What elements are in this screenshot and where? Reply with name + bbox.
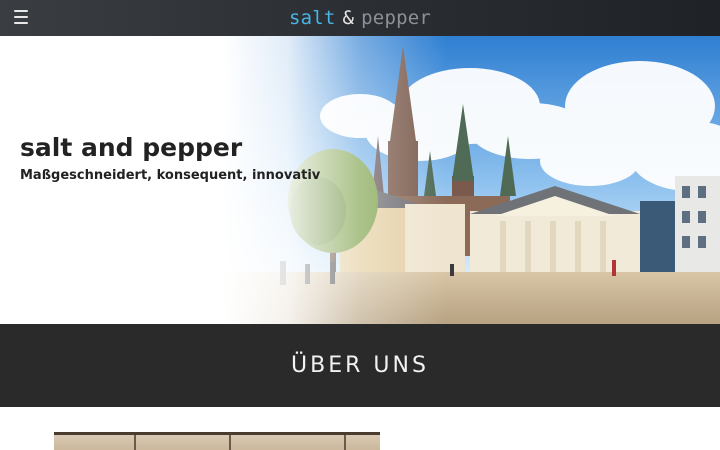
hero-banner: salt and pepper Maßgeschneidert, konsequ… <box>0 36 720 324</box>
office-photo <box>54 432 380 450</box>
photo-detail <box>229 435 231 450</box>
section-title: ÜBER UNS <box>291 353 429 378</box>
menu-line <box>14 22 28 24</box>
hero-subtitle: Maßgeschneidert, konsequent, innovativ <box>20 168 321 183</box>
top-navigation-bar: salt & pepper <box>0 0 720 36</box>
menu-line <box>14 16 28 18</box>
photo-detail <box>134 435 136 450</box>
logo-ampersand: & <box>342 7 355 29</box>
logo-pepper-text: pepper <box>361 7 432 29</box>
about-content <box>0 407 720 450</box>
photo-detail <box>344 435 346 450</box>
site-logo[interactable]: salt & pepper <box>289 7 431 29</box>
hamburger-menu-icon[interactable] <box>14 10 28 24</box>
hero-title: salt and pepper <box>20 133 243 162</box>
section-header-band: ÜBER UNS <box>0 324 720 407</box>
menu-line <box>14 10 28 12</box>
logo-salt-text: salt <box>288 7 336 29</box>
